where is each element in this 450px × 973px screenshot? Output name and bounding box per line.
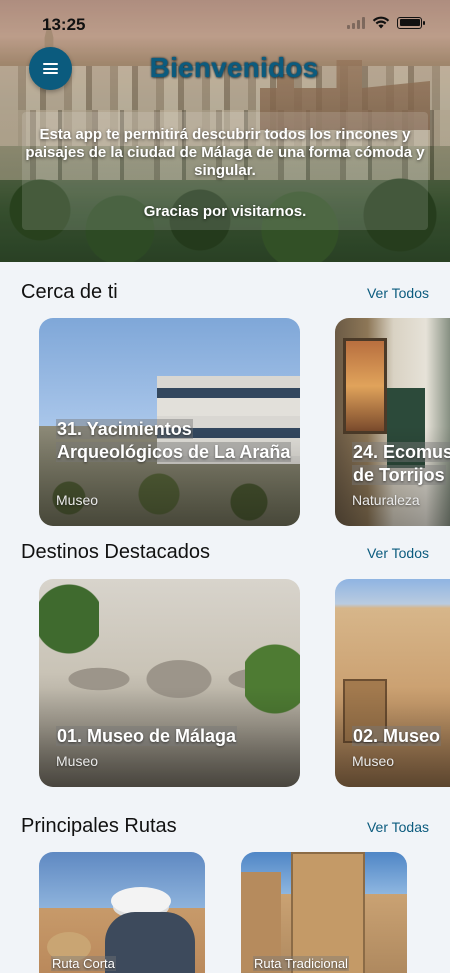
place-card-name: 31. Yacimientos Arqueológicos de La Arañ… xyxy=(56,419,292,462)
welcome-thanks: Gracias por visitarnos. xyxy=(143,203,307,220)
section-featured-header: Destinos Destacados Ver Todos xyxy=(21,541,429,564)
route-photo xyxy=(241,852,407,973)
place-card-category: Museo xyxy=(56,753,99,769)
route-card-name: Ruta Corta xyxy=(51,956,116,971)
nearby-see-all-link[interactable]: Ver Todos xyxy=(367,285,429,301)
place-card[interactable]: 24. Ecomuseo Lagar de Torrijos Naturalez… xyxy=(335,318,450,526)
featured-see-all-link[interactable]: Ver Todos xyxy=(367,545,429,561)
place-card-category: Naturaleza xyxy=(352,492,420,508)
route-card[interactable]: Ruta Corta xyxy=(39,852,205,973)
place-card[interactable]: 02. Museo Museo xyxy=(335,579,450,787)
route-card-name: Ruta Tradicional xyxy=(253,956,349,971)
route-card[interactable]: Ruta Tradicional xyxy=(241,852,407,973)
welcome-title: Bienvenidos xyxy=(149,52,319,83)
wifi-icon xyxy=(372,16,390,29)
place-card-name: 24. Ecomuseo Lagar de Torrijos xyxy=(352,442,450,485)
place-card-name: 01. Museo de Málaga xyxy=(56,726,238,746)
place-card-category: Museo xyxy=(352,753,395,769)
battery-icon xyxy=(397,16,425,29)
welcome-description: Esta app te permitirá descubrir todos lo… xyxy=(25,126,425,179)
routes-see-all-link[interactable]: Ver Todas xyxy=(367,819,429,835)
section-nearby-header: Cerca de ti Ver Todos xyxy=(21,281,429,304)
place-card[interactable]: 31. Yacimientos Arqueológicos de La Arañ… xyxy=(39,318,300,526)
place-card-category: Museo xyxy=(56,492,99,508)
status-bar: 13:25 xyxy=(0,0,450,50)
route-photo xyxy=(39,852,205,973)
cellular-signal-icon xyxy=(347,16,365,29)
status-time: 13:25 xyxy=(42,15,86,34)
place-card-name: 02. Museo xyxy=(352,726,442,746)
section-routes-title: Principales Rutas xyxy=(21,815,177,837)
place-card[interactable]: 01. Museo de Málaga Museo xyxy=(39,579,300,787)
section-routes-header: Principales Rutas Ver Todas xyxy=(21,815,429,838)
section-featured-title: Destinos Destacados xyxy=(21,541,210,563)
section-nearby-title: Cerca de ti xyxy=(21,281,118,303)
